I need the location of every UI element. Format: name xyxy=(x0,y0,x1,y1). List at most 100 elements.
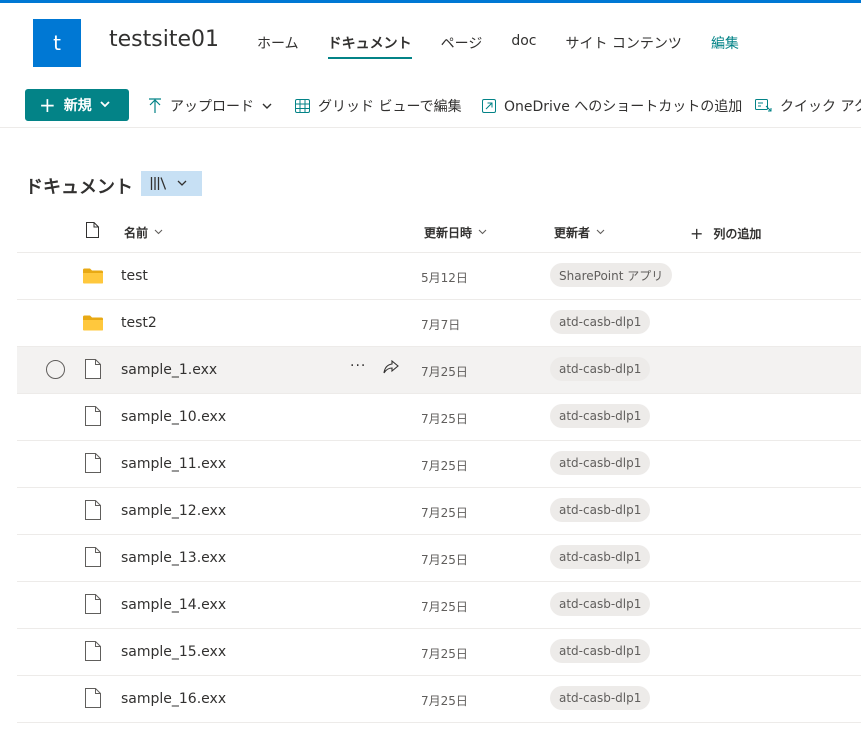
chevron-down-icon xyxy=(100,100,110,111)
chevron-down-icon xyxy=(596,227,605,238)
site-header: t testsite01 ホーム ドキュメント ページ doc サイト コンテン… xyxy=(0,3,861,81)
table-row[interactable]: sample_13.exx 7月25日 atd-casb-dlp1 xyxy=(17,535,861,582)
document-icon xyxy=(86,222,99,238)
nav-item-home[interactable]: ホーム xyxy=(257,33,299,59)
modified-date: 7月7日 xyxy=(421,318,461,332)
onedrive-shortcut-button[interactable]: OneDrive へのショートカットの追加 xyxy=(482,96,742,116)
document-list: test 5月12日 SharePoint アプリ test2 7月7日 atd-casb… xyxy=(17,253,861,723)
modified-date: 5月12日 xyxy=(421,271,468,285)
name-column-header[interactable]: 名前 xyxy=(124,224,163,241)
upload-label: アップロード xyxy=(170,99,254,115)
onedrive-shortcut-label: OneDrive へのショートカットの追加 xyxy=(504,99,743,115)
modified-by-badge[interactable]: SharePoint アプリ xyxy=(550,263,673,287)
modified-by-badge[interactable]: atd-casb-dlp1 xyxy=(550,498,651,522)
quick-steps-button[interactable]: クイック アク xyxy=(755,96,861,116)
nav-item-pages[interactable]: ページ xyxy=(441,33,483,59)
share-icon[interactable] xyxy=(383,359,399,379)
site-logo[interactable]: t xyxy=(33,19,81,67)
modified-date: 7月25日 xyxy=(421,365,468,379)
document-icon xyxy=(85,359,101,383)
upload-icon xyxy=(149,98,161,113)
file-name-link[interactable]: test2 xyxy=(121,315,157,331)
file-name-link[interactable]: sample_12.exx xyxy=(121,503,226,519)
modified-date: 7月25日 xyxy=(421,459,468,473)
nav-item-documents[interactable]: ドキュメント xyxy=(327,33,412,59)
file-name-link[interactable]: sample_11.exx xyxy=(121,456,226,472)
table-row[interactable]: sample_16.exx 7月25日 atd-casb-dlp1 xyxy=(17,676,861,723)
modified-by-badge[interactable]: atd-casb-dlp1 xyxy=(550,451,651,475)
new-button-label: 新規 xyxy=(63,98,92,114)
modified-by-badge[interactable]: atd-casb-dlp1 xyxy=(550,639,651,663)
modified-date: 7月25日 xyxy=(421,506,468,520)
file-name-link[interactable]: sample_10.exx xyxy=(121,409,226,425)
modified-by-column-header[interactable]: 更新者 xyxy=(554,224,605,241)
document-icon xyxy=(85,547,101,571)
plus-icon: + xyxy=(690,224,704,243)
modified-by-column-label: 更新者 xyxy=(554,226,591,240)
modified-column-header[interactable]: 更新日時 xyxy=(424,224,487,241)
modified-date: 7月25日 xyxy=(421,412,468,426)
grid-edit-label: グリッド ビューで編集 xyxy=(318,99,462,115)
file-name-link[interactable]: sample_1.exx xyxy=(121,362,217,378)
add-column-button[interactable]: + 列の追加 xyxy=(690,224,761,243)
new-button[interactable]: + 新規 xyxy=(25,89,129,121)
file-name-link[interactable]: test xyxy=(121,268,148,284)
document-icon xyxy=(85,641,101,665)
upload-button[interactable]: アップロード xyxy=(148,96,272,116)
modified-date: 7月25日 xyxy=(421,647,468,661)
chevron-down-icon xyxy=(478,227,487,238)
document-icon xyxy=(85,453,101,477)
document-icon xyxy=(85,594,101,618)
row-select-checkbox[interactable] xyxy=(46,360,65,379)
table-row[interactable]: test 5月12日 SharePoint アプリ xyxy=(17,253,861,300)
view-switcher-button[interactable] xyxy=(141,171,202,196)
table-row[interactable]: sample_15.exx 7月25日 atd-casb-dlp1 xyxy=(17,629,861,676)
modified-by-badge[interactable]: atd-casb-dlp1 xyxy=(550,592,651,616)
grid-icon xyxy=(295,99,310,113)
nav-item-doc[interactable]: doc xyxy=(511,33,536,59)
document-icon xyxy=(85,500,101,524)
folder-icon xyxy=(83,315,103,335)
table-row[interactable]: test2 7月7日 atd-casb-dlp1 xyxy=(17,300,861,347)
quick-steps-icon xyxy=(755,99,772,112)
name-column-label: 名前 xyxy=(124,226,149,240)
modified-date: 7月25日 xyxy=(421,600,468,614)
file-type-column-header[interactable] xyxy=(86,222,99,238)
site-logo-letter: t xyxy=(53,31,61,55)
add-column-label: 列の追加 xyxy=(713,227,762,241)
modified-by-badge[interactable]: atd-casb-dlp1 xyxy=(550,686,651,710)
nav-edit-link[interactable]: 編集 xyxy=(711,33,739,59)
modified-by-badge[interactable]: atd-casb-dlp1 xyxy=(550,310,651,334)
chevron-down-icon xyxy=(177,180,187,186)
folder-icon xyxy=(83,268,103,288)
modified-date: 7月25日 xyxy=(421,694,468,708)
modified-by-badge[interactable]: atd-casb-dlp1 xyxy=(550,545,651,569)
modified-by-badge[interactable]: atd-casb-dlp1 xyxy=(550,404,651,428)
table-row[interactable]: sample_1.exx ··· 7月25日 atd-casb-dlp1 xyxy=(17,347,861,394)
modified-date: 7月25日 xyxy=(421,553,468,567)
nav-item-site-contents[interactable]: サイト コンテンツ xyxy=(565,33,681,59)
document-icon xyxy=(85,406,101,430)
table-row[interactable]: sample_12.exx 7月25日 atd-casb-dlp1 xyxy=(17,488,861,535)
file-name-link[interactable]: sample_14.exx xyxy=(121,597,226,613)
table-row[interactable]: sample_14.exx 7月25日 atd-casb-dlp1 xyxy=(17,582,861,629)
column-header-row: 名前 更新日時 更新者 + 列の追加 xyxy=(17,209,861,253)
more-actions-button[interactable]: ··· xyxy=(350,358,366,374)
file-name-link[interactable]: sample_16.exx xyxy=(121,691,226,707)
file-name-link[interactable]: sample_15.exx xyxy=(121,644,226,660)
file-name-link[interactable]: sample_13.exx xyxy=(121,550,226,566)
chevron-down-icon xyxy=(262,103,272,109)
site-navigation: ホーム ドキュメント ページ doc サイト コンテンツ 編集 xyxy=(257,33,768,59)
document-icon xyxy=(85,688,101,712)
table-row[interactable]: sample_10.exx 7月25日 atd-casb-dlp1 xyxy=(17,394,861,441)
grid-edit-button[interactable]: グリッド ビューで編集 xyxy=(295,96,462,116)
site-title[interactable]: testsite01 xyxy=(109,27,219,52)
table-row[interactable]: sample_11.exx 7月25日 atd-casb-dlp1 xyxy=(17,441,861,488)
chevron-down-icon xyxy=(154,227,163,238)
library-view-icon xyxy=(150,177,167,190)
modified-by-badge[interactable]: atd-casb-dlp1 xyxy=(550,357,651,381)
plus-icon: + xyxy=(39,93,56,117)
shortcut-icon xyxy=(482,99,496,113)
modified-column-label: 更新日時 xyxy=(424,226,473,240)
quick-steps-label: クイック アク xyxy=(780,99,861,115)
